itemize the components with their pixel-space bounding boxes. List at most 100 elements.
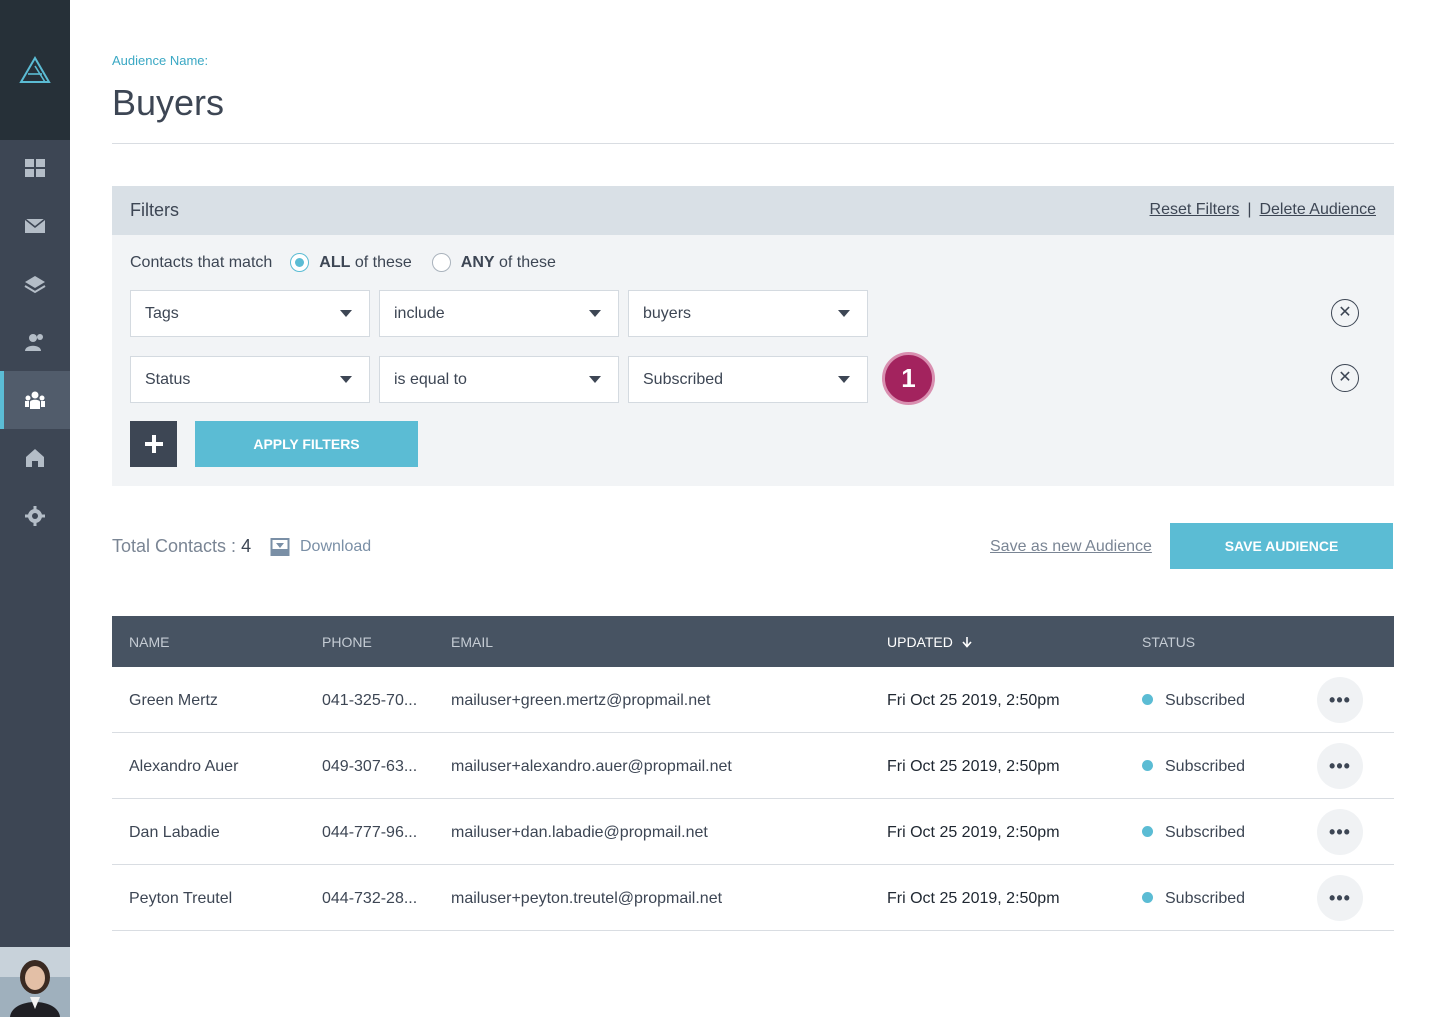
column-header-status[interactable]: STATUS — [1142, 634, 1195, 650]
sidebar-item-settings[interactable] — [0, 487, 70, 545]
cell-name: Peyton Treutel — [129, 890, 233, 907]
cell-email: mailuser+peyton.treutel@propmail.net — [451, 890, 723, 907]
add-filter-button[interactable] — [130, 421, 177, 467]
match-all-radio[interactable] — [290, 253, 310, 272]
cell-status: Subscribed — [1142, 890, 1245, 908]
audience-icon — [25, 391, 45, 409]
cell-updated: Fri Oct 25 2019, 2:50pm — [887, 890, 1060, 907]
reset-filters-link[interactable]: Reset Filters — [1150, 201, 1240, 219]
cell-status: Subscribed — [1142, 824, 1245, 842]
match-all-label[interactable]: ALL of these — [319, 254, 411, 272]
delete-audience-link[interactable]: Delete Audience — [1259, 201, 1376, 219]
row-actions-button[interactable]: ••• — [1317, 677, 1363, 723]
close-icon: ✕ — [1338, 369, 1352, 386]
cell-email: mailuser+alexandro.auer@propmail.net — [451, 758, 732, 775]
cell-name: Alexandro Auer — [129, 758, 239, 775]
cell-email: mailuser+dan.labadie@propmail.net — [451, 824, 708, 841]
sidebar — [0, 0, 70, 1017]
chevron-down-icon — [340, 310, 352, 317]
sidebar-item-home[interactable] — [0, 429, 70, 487]
more-dots-icon: ••• — [1329, 755, 1351, 776]
filter-value-select[interactable]: Subscribed — [628, 356, 868, 403]
chevron-down-icon — [589, 310, 601, 317]
mail-icon — [24, 218, 46, 233]
save-as-new-audience-link[interactable]: Save as new Audience — [990, 538, 1152, 556]
status-label: Subscribed — [1165, 758, 1246, 775]
avatar[interactable] — [0, 947, 70, 1017]
status-label: Subscribed — [1165, 824, 1246, 841]
filters-links: Reset Filters | Delete Audience — [1150, 201, 1376, 219]
link-separator: | — [1247, 201, 1252, 218]
chevron-down-icon — [838, 376, 850, 383]
cell-name: Dan Labadie — [129, 824, 220, 841]
remove-filter-button[interactable]: ✕ — [1331, 299, 1359, 327]
sort-down-arrow-icon — [962, 637, 972, 648]
match-any-radio[interactable] — [431, 253, 451, 272]
table-row[interactable]: Green Mertz 041-325-70... mailuser+green… — [112, 667, 1394, 733]
match-any-label[interactable]: ANY of these — [461, 254, 556, 272]
plus-icon — [144, 435, 163, 453]
sidebar-item-audiences[interactable] — [0, 371, 70, 429]
match-label: Contacts that match — [130, 253, 273, 271]
close-icon: ✕ — [1338, 304, 1352, 321]
filters-header: Filters Reset Filters | Delete Audience — [112, 186, 1394, 235]
filter-field-value: Tags — [145, 305, 179, 322]
apply-filters-button[interactable]: APPLY FILTERS — [195, 421, 418, 467]
triangle-logo-icon — [19, 56, 51, 83]
cell-phone: 044-732-28... — [322, 890, 418, 907]
status-dot-icon — [1142, 760, 1153, 771]
filter-operator-value: include — [394, 305, 445, 322]
user-photo-icon — [0, 947, 70, 1017]
table-row[interactable]: Alexandro Auer 049-307-63... mailuser+al… — [112, 733, 1394, 799]
page-title[interactable]: Buyers — [112, 82, 224, 124]
remove-filter-button[interactable]: ✕ — [1331, 364, 1359, 392]
logo[interactable] — [0, 0, 70, 140]
chevron-down-icon — [838, 310, 850, 317]
column-header-updated[interactable]: UPDATED — [887, 634, 973, 650]
filter-operator-select[interactable]: include — [379, 290, 619, 337]
match-mode-row: Contacts that match ALL of these ANY of … — [130, 253, 556, 272]
status-dot-icon — [1142, 694, 1153, 705]
total-contacts: Total Contacts : 4 — [112, 536, 251, 557]
more-dots-icon: ••• — [1329, 887, 1351, 908]
filter-value-select[interactable]: buyers — [628, 290, 868, 337]
table-header: NAME PHONE EMAIL UPDATED STATUS — [112, 616, 1394, 667]
cell-email: mailuser+green.mertz@propmail.net — [451, 692, 711, 709]
sidebar-item-mail[interactable] — [0, 197, 70, 255]
filters-title: Filters — [130, 200, 179, 220]
audience-name-label: Audience Name: — [112, 53, 209, 68]
cell-updated: Fri Oct 25 2019, 2:50pm — [887, 692, 1060, 709]
status-dot-icon — [1142, 826, 1153, 837]
sidebar-item-contacts[interactable] — [0, 313, 70, 371]
sidebar-item-dashboard[interactable] — [0, 139, 70, 197]
more-dots-icon: ••• — [1329, 689, 1351, 710]
filters-panel: Filters Reset Filters | Delete Audience … — [112, 186, 1394, 486]
total-contacts-label: Total Contacts : — [112, 536, 242, 556]
status-dot-icon — [1142, 892, 1153, 903]
filter-operator-select[interactable]: is equal to — [379, 356, 619, 403]
table-row[interactable]: Dan Labadie 044-777-96... mailuser+dan.l… — [112, 799, 1394, 865]
row-actions-button[interactable]: ••• — [1317, 809, 1363, 855]
download-link[interactable]: Download — [270, 537, 371, 557]
cell-status: Subscribed — [1142, 758, 1245, 776]
annotation-badge: 1 — [882, 352, 935, 405]
filter-field-select[interactable]: Status — [130, 356, 370, 403]
total-contacts-count: 4 — [241, 536, 252, 556]
column-header-phone[interactable]: PHONE — [322, 634, 372, 650]
status-label: Subscribed — [1165, 692, 1246, 709]
sidebar-item-layers[interactable] — [0, 255, 70, 313]
column-header-email[interactable]: EMAIL — [451, 634, 493, 650]
filter-value-value: buyers — [643, 305, 692, 322]
filter-field-value: Status — [145, 371, 191, 388]
chevron-down-icon — [589, 376, 601, 383]
save-audience-button[interactable]: SAVE AUDIENCE — [1170, 523, 1393, 569]
row-actions-button[interactable]: ••• — [1317, 875, 1363, 921]
divider — [112, 143, 1394, 144]
chevron-down-icon — [340, 376, 352, 383]
table-row[interactable]: Peyton Treutel 044-732-28... mailuser+pe… — [112, 865, 1394, 931]
cell-phone: 044-777-96... — [322, 824, 418, 841]
cell-phone: 049-307-63... — [322, 758, 418, 775]
filter-field-select[interactable]: Tags — [130, 290, 370, 337]
column-header-name[interactable]: NAME — [129, 634, 169, 650]
row-actions-button[interactable]: ••• — [1317, 743, 1363, 789]
